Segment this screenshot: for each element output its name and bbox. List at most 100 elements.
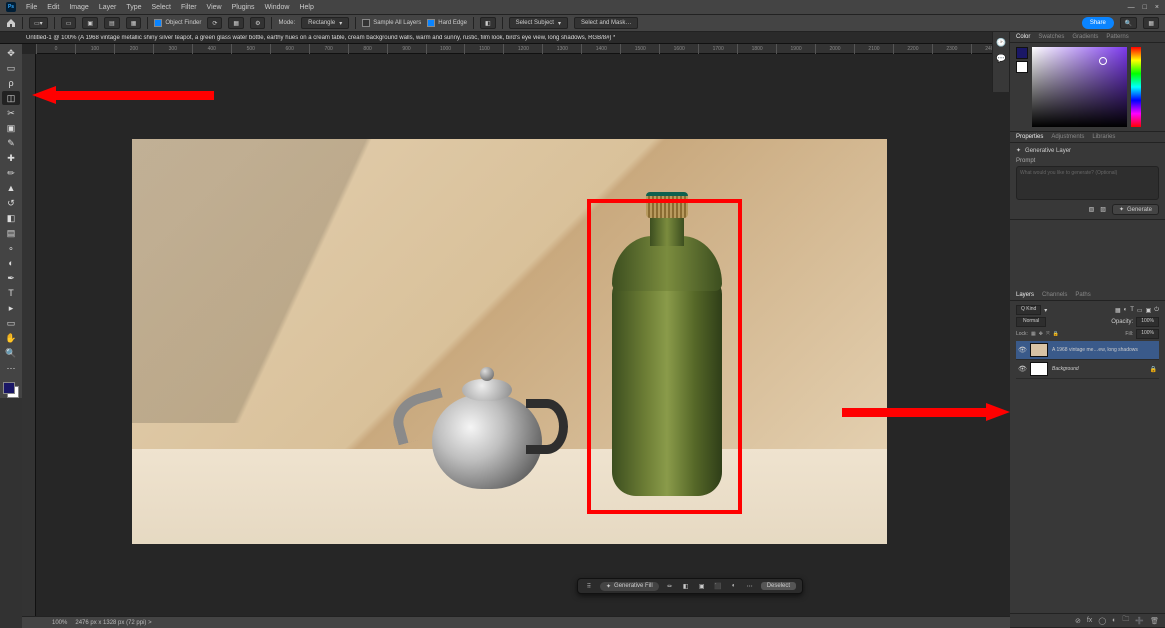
- move-tool-icon[interactable]: ✥: [2, 46, 20, 60]
- dodge-tool-icon[interactable]: ◐: [2, 256, 20, 270]
- filter-image-icon[interactable]: ▦: [1115, 307, 1121, 314]
- brush-tool-icon[interactable]: ✏: [2, 166, 20, 180]
- window-minimize-button[interactable]: —: [1128, 4, 1135, 11]
- home-icon[interactable]: [6, 18, 16, 28]
- delete-icon[interactable]: 🗑: [1150, 617, 1159, 625]
- tab-patterns[interactable]: Patterns: [1106, 34, 1128, 40]
- gradient-icon[interactable]: ◐: [729, 581, 739, 591]
- zoom-level[interactable]: 100%: [52, 620, 67, 626]
- marquee-tool-icon[interactable]: ▭: [2, 61, 20, 75]
- transform-icon[interactable]: ▣: [697, 581, 707, 591]
- mask-icon[interactable]: ◯: [1098, 617, 1106, 625]
- foreground-swatch-icon[interactable]: [1016, 47, 1028, 59]
- tab-gradients[interactable]: Gradients: [1072, 34, 1098, 40]
- share-button[interactable]: Share: [1082, 17, 1114, 29]
- layer-name[interactable]: A 1968 vintage me…ew, long shadows: [1052, 347, 1157, 353]
- comments-panel-icon[interactable]: 💬: [995, 52, 1007, 64]
- prompt-input[interactable]: What would you like to generate? (Option…: [1016, 166, 1159, 200]
- group-icon[interactable]: 🗀: [1122, 615, 1129, 626]
- filter-toggle-icon[interactable]: ⏻: [1154, 307, 1159, 314]
- lock-all-icon[interactable]: 🔒: [1053, 331, 1059, 337]
- tab-adjustments[interactable]: Adjustments: [1051, 134, 1084, 140]
- pen-tool-icon[interactable]: ✒: [2, 271, 20, 285]
- window-close-button[interactable]: ×: [1155, 4, 1159, 11]
- lock-pixels-icon[interactable]: ▦: [1031, 331, 1036, 337]
- frame-tool-icon[interactable]: ▣: [2, 121, 20, 135]
- adjustment-icon[interactable]: ◐: [1112, 617, 1116, 624]
- history-brush-tool-icon[interactable]: ↺: [2, 196, 20, 210]
- document-image[interactable]: [132, 139, 887, 544]
- tab-channels[interactable]: Channels: [1042, 292, 1067, 298]
- selection-new-icon[interactable]: ▭: [61, 17, 77, 29]
- tab-color[interactable]: Color: [1016, 34, 1030, 40]
- fill-value[interactable]: 100%: [1136, 329, 1159, 339]
- mode-dropdown[interactable]: Rectangle▾: [301, 17, 349, 29]
- more-icon[interactable]: ⋯: [745, 581, 755, 591]
- workspace-icon[interactable]: ▦: [1143, 17, 1159, 29]
- history-panel-icon[interactable]: 🕑: [995, 36, 1007, 48]
- selection-add-icon[interactable]: ▣: [82, 17, 98, 29]
- menu-filter[interactable]: Filter: [181, 4, 197, 11]
- layer-filter-kind[interactable]: Q Kind: [1016, 305, 1041, 315]
- layer-row[interactable]: 👁 A 1968 vintage me…ew, long shadows: [1016, 341, 1159, 360]
- tab-properties[interactable]: Properties: [1016, 134, 1043, 140]
- background-swatch-icon[interactable]: [1016, 61, 1028, 73]
- edit-toolbar-icon[interactable]: ⋯: [2, 361, 20, 375]
- window-maximize-button[interactable]: □: [1143, 4, 1147, 11]
- path-select-tool-icon[interactable]: ▸: [2, 301, 20, 315]
- lock-nested-icon[interactable]: ⤧: [1046, 331, 1050, 337]
- opacity-value[interactable]: 100%: [1136, 317, 1159, 327]
- lasso-tool-icon[interactable]: ρ: [2, 76, 20, 90]
- eraser-tool-icon[interactable]: ◧: [2, 211, 20, 225]
- menu-plugins[interactable]: Plugins: [232, 4, 255, 11]
- healing-tool-icon[interactable]: ✚: [2, 151, 20, 165]
- fill-icon[interactable]: ⬛: [713, 581, 723, 591]
- zoom-tool-icon[interactable]: 🔍: [2, 346, 20, 360]
- hand-tool-icon[interactable]: ✋: [2, 331, 20, 345]
- filter-shape-icon[interactable]: ▭: [1137, 307, 1143, 314]
- tab-libraries[interactable]: Libraries: [1092, 134, 1115, 140]
- eyedropper-tool-icon[interactable]: ✎: [2, 136, 20, 150]
- filter-smart-icon[interactable]: ▣: [1146, 307, 1152, 314]
- blur-tool-icon[interactable]: ∘: [2, 241, 20, 255]
- generate-button[interactable]: ✦ Generate: [1112, 204, 1159, 215]
- tool-preset-icon[interactable]: ▭▾: [29, 17, 48, 29]
- document-info[interactable]: 2476 px x 1328 px (72 ppi) >: [75, 620, 151, 626]
- tab-paths[interactable]: Paths: [1075, 292, 1090, 298]
- document-tab[interactable]: Untitled-1 @ 100% (A 1968 vintage metall…: [26, 35, 615, 41]
- layer-row[interactable]: 👁 Background 🔒: [1016, 360, 1159, 379]
- tab-swatches[interactable]: Swatches: [1038, 34, 1064, 40]
- deselect-button[interactable]: Deselect: [761, 582, 796, 590]
- layer-thumbnail-icon[interactable]: [1030, 343, 1048, 357]
- filter-type-icon[interactable]: T: [1130, 307, 1134, 313]
- tab-layers[interactable]: Layers: [1016, 292, 1034, 298]
- layer-thumbnail-icon[interactable]: [1030, 362, 1048, 376]
- object-thumb-icon[interactable]: ▦: [228, 17, 244, 29]
- menu-select[interactable]: Select: [152, 4, 171, 11]
- filter-adjust-icon[interactable]: ◐: [1124, 307, 1128, 313]
- thumb-variation1-icon[interactable]: ▧: [1089, 206, 1095, 213]
- stamp-tool-icon[interactable]: ▲: [2, 181, 20, 195]
- fx-icon[interactable]: fx: [1087, 617, 1092, 624]
- menu-image[interactable]: Image: [69, 4, 88, 11]
- thumb-variation2-icon[interactable]: ▨: [1100, 206, 1106, 213]
- object-select-tool-icon[interactable]: ◫: [2, 91, 20, 105]
- search-icon[interactable]: 🔍: [1120, 17, 1137, 29]
- menu-help[interactable]: Help: [299, 4, 313, 11]
- foreground-color-icon[interactable]: [3, 382, 15, 394]
- selection-subtract-icon[interactable]: ▤: [104, 17, 120, 29]
- menu-edit[interactable]: Edit: [47, 4, 59, 11]
- visibility-icon[interactable]: 👁: [1018, 365, 1026, 373]
- generative-fill-button[interactable]: ✦ Generative Fill: [600, 582, 659, 591]
- color-swatch[interactable]: [3, 382, 19, 398]
- new-layer-icon[interactable]: ➕: [1135, 617, 1144, 625]
- color-field[interactable]: [1032, 47, 1127, 127]
- menu-layer[interactable]: Layer: [99, 4, 117, 11]
- layer-name[interactable]: Background: [1052, 366, 1146, 372]
- menu-file[interactable]: File: [26, 4, 37, 11]
- select-subject-button[interactable]: Select Subject▾: [509, 17, 568, 29]
- mask-overlay-icon[interactable]: ◧: [480, 17, 496, 29]
- type-tool-icon[interactable]: T: [2, 286, 20, 300]
- brush-icon[interactable]: ✏: [665, 581, 675, 591]
- settings-icon[interactable]: ⚙: [250, 17, 265, 29]
